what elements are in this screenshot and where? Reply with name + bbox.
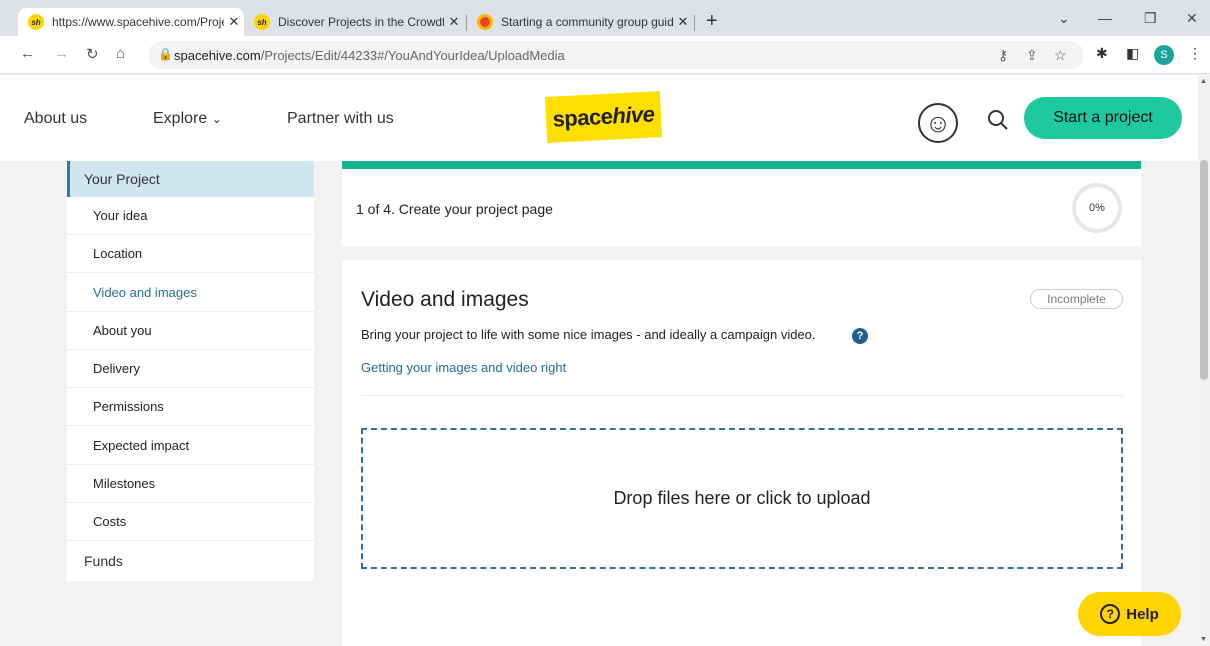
step-accent-bar (342, 161, 1141, 169)
forward-icon[interactable]: → (54, 45, 69, 62)
browser-menu-icon[interactable]: ⋮ (1188, 45, 1202, 62)
close-tab-icon[interactable]: ✕ (224, 14, 244, 30)
user-avatar-icon[interactable]: ☺ (918, 103, 958, 143)
share-icon[interactable]: ⇪ (1026, 47, 1038, 64)
close-window-icon[interactable]: ✕ (1186, 10, 1198, 27)
file-dropzone[interactable]: Drop files here or click to upload (361, 428, 1123, 569)
project-sidebar: Your Project Your idea Location Video an… (67, 161, 314, 581)
help-label: Help (1126, 605, 1159, 623)
browser-tab-3[interactable]: Starting a community group guid ✕ (467, 8, 693, 36)
sidebar-section-your-project[interactable]: Your Project (67, 161, 314, 197)
sidebar-section-funds[interactable]: Funds (67, 543, 314, 579)
side-panel-icon[interactable]: ◧ (1126, 45, 1139, 62)
page-favicon-icon (477, 14, 493, 30)
close-tab-icon[interactable]: ✕ (444, 14, 464, 30)
spacehive-logo[interactable]: space hive (544, 91, 663, 143)
site-header: About us Explore ⌄ Partner with us space… (0, 75, 1198, 161)
close-tab-icon[interactable]: ✕ (673, 14, 693, 30)
sidebar-item-your-idea[interactable]: Your idea (67, 197, 314, 235)
scrollbar-thumb[interactable] (1200, 160, 1208, 380)
explore-label: Explore (153, 110, 208, 127)
bookmark-star-icon[interactable]: ☆ (1054, 47, 1067, 64)
reload-icon[interactable]: ↻ (86, 45, 99, 63)
spacehive-favicon-icon: sh (254, 14, 270, 30)
sidebar-item-expected-impact[interactable]: Expected impact (67, 427, 314, 465)
url-text[interactable]: spacehive.com/Projects/Edit/44233#/YouAn… (174, 48, 565, 63)
explore-menu[interactable]: Explore ⌄ (153, 110, 222, 128)
progress-circle: 0% (1072, 183, 1122, 233)
tab-title: https://www.spacehive.com/Proje (52, 15, 224, 29)
password-key-icon[interactable]: ⚷ (998, 47, 1008, 64)
sidebar-item-about-you[interactable]: About you (67, 312, 314, 350)
browser-tab-2[interactable]: sh Discover Projects in the Crowdfu ✕ (244, 8, 464, 36)
url-path: /Projects/Edit/44233#/YouAndYourIdea/Upl… (260, 48, 565, 63)
step-header: 1 of 4. Create your project page 0% (342, 161, 1141, 246)
tab-search-icon[interactable]: ⌄ (1058, 10, 1070, 27)
spacehive-favicon-icon: sh (28, 14, 44, 30)
search-icon[interactable] (987, 109, 1009, 137)
help-button[interactable]: ? Help (1078, 592, 1181, 636)
section-description: Bring your project to life with some nic… (361, 327, 816, 342)
url-host: spacehive.com (174, 48, 261, 63)
sidebar-item-video-images[interactable]: Video and images (67, 274, 314, 312)
profile-avatar[interactable]: S (1154, 45, 1174, 65)
address-bar-row: ← → ↻ ⌂ 🔒 spacehive.com/Projects/Edit/44… (0, 36, 1210, 74)
lock-icon: 🔒 (158, 47, 173, 61)
step-title: 1 of 4. Create your project page (356, 201, 553, 217)
sidebar-item-milestones[interactable]: Milestones (67, 465, 314, 503)
chevron-down-icon: ⌄ (211, 112, 222, 126)
sidebar-item-costs[interactable]: Costs (67, 503, 314, 541)
about-us-link[interactable]: About us (24, 110, 87, 128)
home-icon[interactable]: ⌂ (116, 45, 125, 62)
scroll-down-icon[interactable]: ▼ (1200, 636, 1207, 643)
tab-title: Starting a community group guid (501, 15, 673, 29)
back-icon[interactable]: ← (20, 45, 35, 62)
help-circle-icon: ? (1100, 604, 1121, 624)
scroll-up-icon[interactable]: ▲ (1200, 78, 1207, 85)
omnibox[interactable]: 🔒 spacehive.com/Projects/Edit/44233#/You… (148, 41, 1084, 69)
divider (361, 395, 1123, 396)
partner-link[interactable]: Partner with us (287, 110, 394, 128)
images-guide-link[interactable]: Getting your images and video right (361, 360, 566, 375)
sidebar-item-delivery[interactable]: Delivery (67, 350, 314, 388)
extensions-puzzle-icon[interactable]: ✱ (1096, 45, 1108, 62)
sidebar-item-permissions[interactable]: Permissions (67, 388, 314, 426)
browser-tab-bar: sh https://www.spacehive.com/Proje ✕ sh … (0, 0, 1210, 36)
video-images-card: Video and images Incomplete Bring your p… (342, 260, 1141, 646)
tab-separator (694, 15, 695, 31)
dropzone-label: Drop files here or click to upload (613, 488, 871, 508)
minimize-icon[interactable]: — (1098, 10, 1112, 26)
browser-tab-1[interactable]: sh https://www.spacehive.com/Proje ✕ (18, 8, 244, 36)
status-badge: Incomplete (1030, 289, 1123, 309)
start-project-button[interactable]: Start a project (1024, 97, 1182, 139)
section-title: Video and images (361, 288, 529, 311)
logo-italic-text: hive (611, 101, 656, 129)
new-tab-icon[interactable]: + (706, 10, 718, 32)
restore-icon[interactable]: ❐ (1144, 10, 1157, 27)
question-help-icon[interactable]: ? (852, 328, 868, 344)
logo-main-text: space (551, 103, 614, 132)
sidebar-item-location[interactable]: Location (67, 235, 314, 273)
tab-title: Discover Projects in the Crowdfu (278, 15, 444, 29)
